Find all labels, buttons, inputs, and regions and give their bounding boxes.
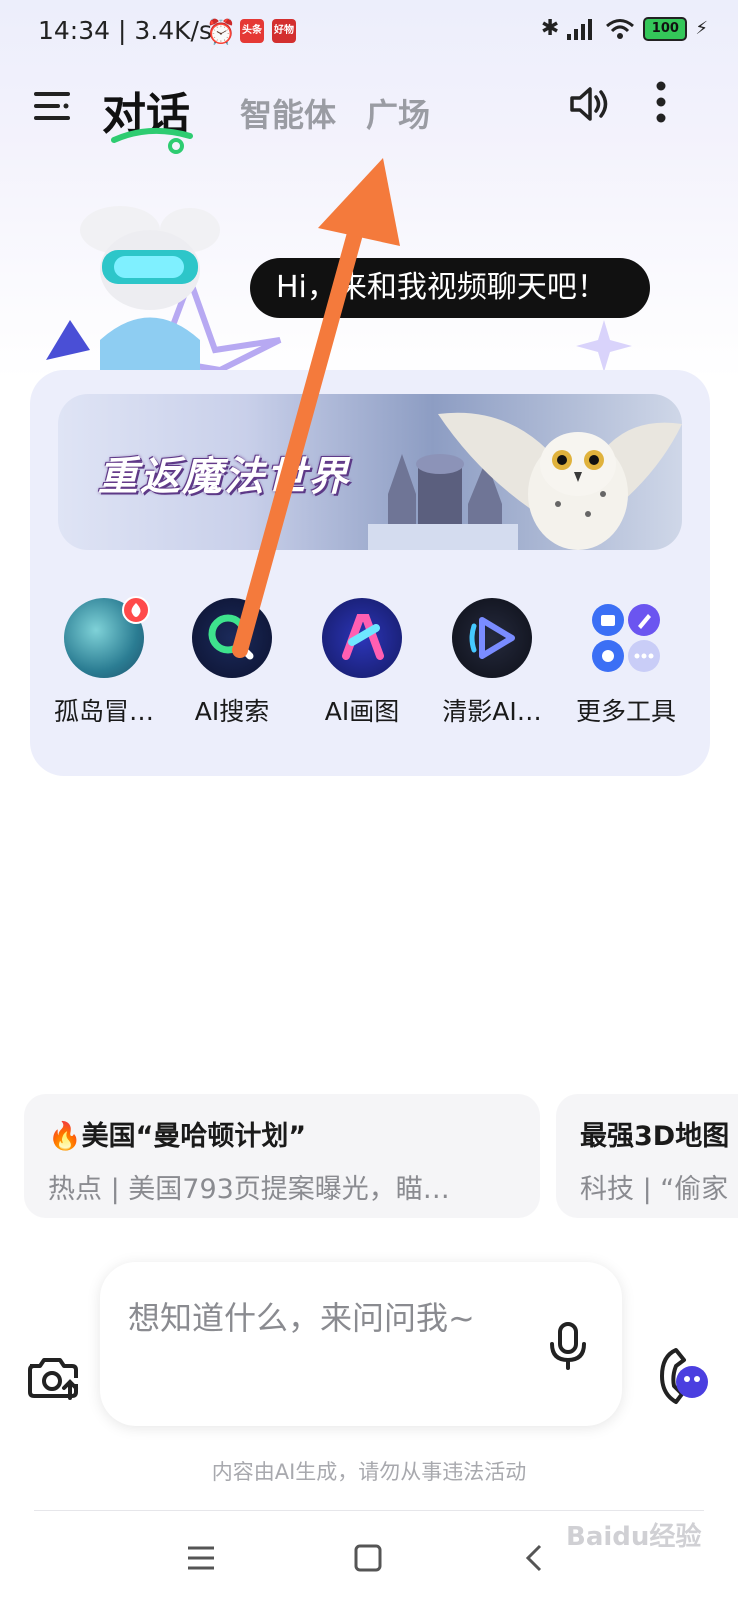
more-tools-icon (586, 598, 666, 678)
tab-square[interactable]: 广场 (366, 90, 430, 136)
nav-recents-icon[interactable] (188, 1546, 214, 1570)
watermark-text: Baidu经验 (566, 1522, 702, 1552)
divider (34, 1510, 704, 1511)
ai-draw-icon (322, 598, 402, 678)
banner-title: 重返魔法世界 (98, 454, 350, 500)
bluetooth-icon: ✱ (540, 16, 560, 41)
tool-label: 更多工具 (575, 697, 676, 726)
qingying-video-icon (452, 598, 532, 678)
alarm-icon: ⏰ (206, 18, 236, 46)
owl-illustration (438, 412, 682, 550)
topic-subtitle: 热点 | 美国793页提案曝光，瞄… (48, 1174, 450, 1205)
topic-title: 🔥美国“曼哈顿计划” (48, 1121, 307, 1152)
chat-input[interactable]: 想知道什么，来问问我~ (100, 1262, 622, 1426)
nav-home-icon[interactable] (354, 1544, 382, 1572)
speaker-icon[interactable] (568, 84, 612, 124)
topic-subtitle: 科技 | “偷家 (580, 1174, 729, 1205)
tool-ai-search[interactable]: AI搜索 (166, 598, 298, 728)
ai-disclaimer: 内容由AI生成，请勿从事违法活动 (211, 1460, 527, 1484)
voice-call-icon[interactable] (654, 1346, 712, 1406)
feature-card: 重返魔法世界 孤岛冒… AI搜索 AI画图 清影AI… 更多工具 (30, 370, 710, 776)
camera-upload-icon[interactable] (24, 1352, 80, 1400)
microphone-icon[interactable] (548, 1322, 588, 1370)
tool-more[interactable]: 更多工具 (560, 598, 692, 728)
charging-icon: ⚡ (695, 18, 708, 39)
island-adventure-icon (64, 596, 150, 678)
hot-badge-icon (122, 596, 150, 624)
status-bar: 14:34 | 3.4K/s ⏰ 头条 好物 ✱ 100 ⚡ (0, 0, 738, 62)
shop-notification-icon: 好物 (272, 19, 296, 43)
battery-icon: 100 (643, 16, 688, 41)
chat-input-placeholder: 想知道什么，来问问我~ (128, 1299, 475, 1337)
toutiao-notification-icon: 头条 (240, 19, 264, 43)
menu-icon[interactable] (34, 88, 70, 124)
sparkle-star-icon (576, 320, 632, 372)
tool-qingying[interactable]: 清影AI… (426, 598, 558, 728)
status-time: 14:34 | 3.4K/s (38, 16, 212, 45)
tool-label: AI搜索 (194, 697, 270, 726)
greeting-bubble[interactable]: Hi，来和我视频聊天吧！ (250, 258, 650, 318)
signal-icon (567, 18, 593, 40)
top-header: 对话 智能体 广场 (0, 70, 738, 154)
tool-shortcuts: 孤岛冒… AI搜索 AI画图 清影AI… 更多工具 (30, 596, 710, 748)
hot-topic-card[interactable]: 最强3D地图 科技 | “偷家 (556, 1094, 738, 1218)
more-options-icon[interactable] (654, 80, 668, 124)
nav-back-icon[interactable] (525, 1544, 542, 1572)
ai-search-icon (192, 598, 272, 678)
hot-topic-card[interactable]: 🔥美国“曼哈顿计划” 热点 | 美国793页提案曝光，瞄… (24, 1094, 540, 1218)
tool-ai-draw[interactable]: AI画图 (296, 598, 428, 728)
topic-title: 最强3D地图 (580, 1121, 730, 1152)
status-right-icons: ✱ 100 ⚡ (541, 16, 708, 41)
tab-active-indicator (111, 127, 193, 154)
wifi-icon (606, 18, 635, 39)
tool-label: 孤岛冒… (53, 697, 154, 726)
promo-banner[interactable]: 重返魔法世界 (58, 394, 682, 550)
tool-island-adventure[interactable]: 孤岛冒… (38, 596, 170, 728)
tool-label: 清影AI… (442, 697, 542, 726)
tab-agents[interactable]: 智能体 (240, 90, 336, 136)
tool-label: AI画图 (324, 697, 400, 726)
